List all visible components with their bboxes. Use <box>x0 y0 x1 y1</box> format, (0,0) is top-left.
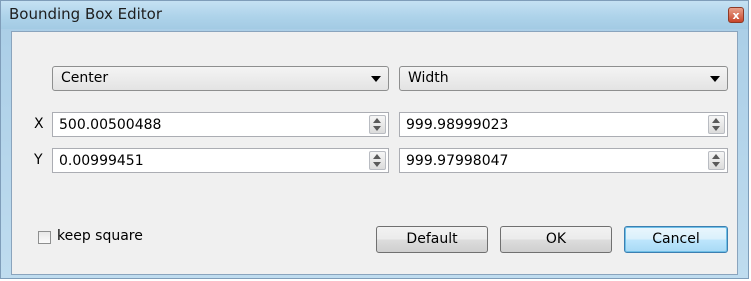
close-icon: x <box>732 9 740 22</box>
dialog-window: Bounding Box Editor x Center Width X 500… <box>0 0 749 279</box>
title-bar[interactable]: Bounding Box Editor x <box>1 1 748 29</box>
keep-square-checkbox[interactable] <box>38 231 51 244</box>
spin-up-icon[interactable] <box>373 154 381 159</box>
size-mode-dropdown[interactable]: Width <box>399 66 728 91</box>
x-position-spinbox[interactable] <box>52 112 389 137</box>
y-position-input[interactable] <box>53 149 364 172</box>
chevron-down-icon <box>710 76 720 82</box>
spin-up-icon[interactable] <box>373 118 381 123</box>
spin-down-icon[interactable] <box>712 126 720 131</box>
x-axis-label: X <box>34 116 44 132</box>
y-size-input[interactable] <box>400 149 703 172</box>
position-mode-dropdown[interactable]: Center <box>52 66 389 91</box>
spin-up-icon[interactable] <box>712 118 720 123</box>
spin-down-icon[interactable] <box>373 126 381 131</box>
y-position-spin-buttons[interactable] <box>369 151 386 170</box>
y-size-spin-buttons[interactable] <box>708 151 725 170</box>
y-axis-label: Y <box>34 152 43 168</box>
chevron-down-icon <box>371 76 381 82</box>
spin-up-icon[interactable] <box>712 154 720 159</box>
y-size-spinbox[interactable] <box>399 148 728 173</box>
dialog-body: Center Width X Y <box>11 31 738 275</box>
keep-square-label[interactable]: keep square <box>57 228 143 244</box>
x-size-spin-buttons[interactable] <box>708 115 725 134</box>
ok-button[interactable]: OK <box>500 226 612 253</box>
cancel-button[interactable]: Cancel <box>624 226 728 253</box>
x-position-input[interactable] <box>53 113 364 136</box>
x-size-spinbox[interactable] <box>399 112 728 137</box>
default-button[interactable]: Default <box>376 226 488 253</box>
spin-down-icon[interactable] <box>712 162 720 167</box>
y-position-spinbox[interactable] <box>52 148 389 173</box>
window-title: Bounding Box Editor <box>9 5 163 23</box>
size-mode-value: Width <box>408 70 449 86</box>
position-mode-value: Center <box>61 70 109 86</box>
spin-down-icon[interactable] <box>373 162 381 167</box>
close-button[interactable]: x <box>728 7 744 23</box>
x-size-input[interactable] <box>400 113 703 136</box>
x-position-spin-buttons[interactable] <box>369 115 386 134</box>
